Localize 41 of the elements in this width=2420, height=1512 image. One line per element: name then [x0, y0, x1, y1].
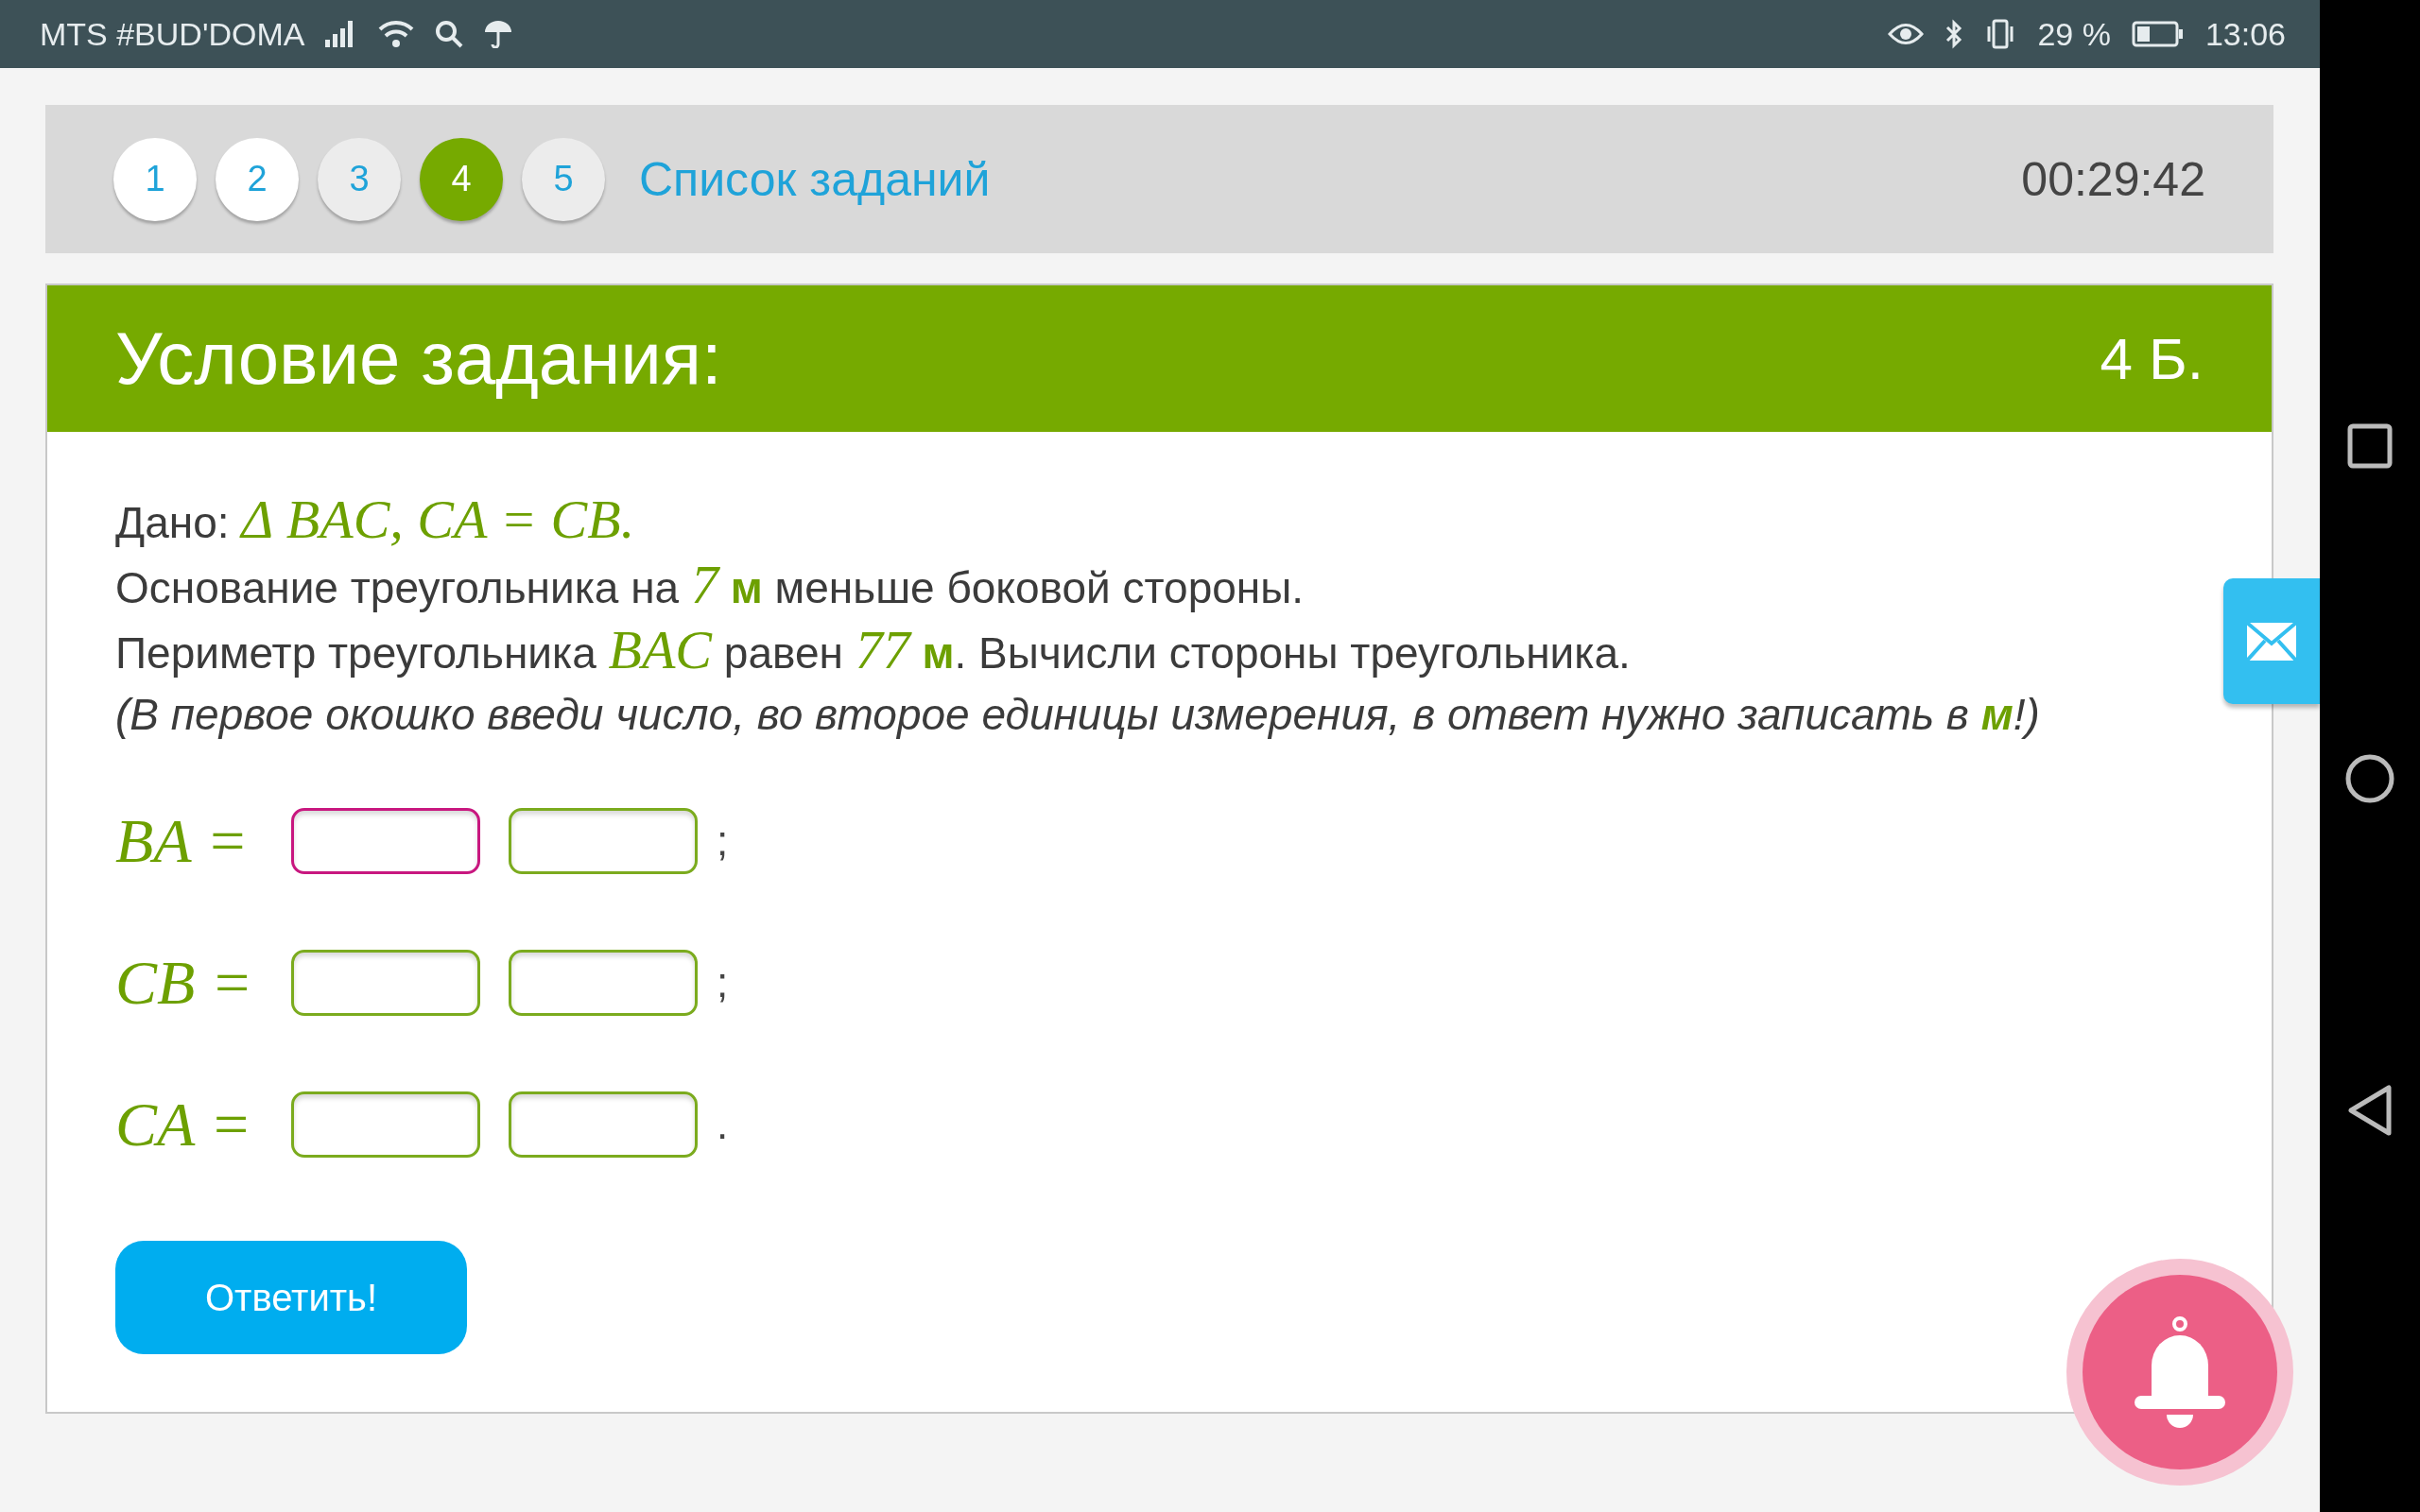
page-number-button[interactable]: 5 [522, 137, 605, 221]
points-label: 4 Б. [2100, 325, 2204, 392]
page-number-button[interactable]: 1 [113, 137, 197, 221]
wifi-icon [378, 20, 415, 48]
equation-label: BA = [115, 805, 250, 877]
answer-field[interactable] [509, 808, 698, 874]
equation-label: CB = [115, 947, 254, 1019]
recent-apps-button[interactable] [2347, 423, 2393, 469]
bluetooth-icon [1945, 19, 1964, 49]
page-number-button[interactable]: 4 [420, 137, 503, 221]
answer-field[interactable] [291, 808, 480, 874]
page-number-button[interactable]: 3 [318, 137, 401, 221]
battery-percent: 29 % [2037, 15, 2111, 53]
page-number-button[interactable]: 2 [216, 137, 299, 221]
carrier-name: MTS #BUD'DOMA [40, 15, 305, 53]
eye-icon [1888, 22, 1925, 46]
statement-line: Дано: Δ BAC, CA = CB. [115, 489, 636, 552]
statement-line: (В первое окошко введи число, во второе единицы измерения, в ответ нужно записать в м!) [115, 689, 2041, 741]
clock: 13:06 [2204, 15, 2286, 53]
answer-field[interactable] [509, 950, 698, 1016]
battery-icon [2131, 21, 2185, 47]
umbrella-icon [484, 20, 513, 48]
statement-line: Периметр треугольника BAC равен 77 м. Вычисли стороны треугольника. [115, 619, 1632, 682]
home-button[interactable] [2345, 754, 2394, 803]
answer-field[interactable] [291, 950, 480, 1016]
task-heading: Условие задания: [115, 316, 722, 402]
statement-line: Основание треугольника на 7 м меньше боковой стороны. [115, 554, 1305, 617]
task-list-link[interactable]: Список заданий [639, 151, 991, 207]
answer-field[interactable] [509, 1091, 698, 1158]
equation-label: CA = [115, 1089, 253, 1160]
punctuation: . [717, 1101, 729, 1148]
punctuation: ; [717, 959, 729, 1006]
search-icon [435, 20, 464, 48]
envelope-icon [2247, 622, 2296, 661]
back-button[interactable] [2347, 1085, 2393, 1136]
punctuation: ; [717, 817, 729, 865]
answer-field[interactable] [291, 1091, 480, 1158]
message-button[interactable] [2223, 578, 2320, 704]
submit-button[interactable]: Ответить! [115, 1241, 467, 1354]
timer: 00:29:42 [2021, 151, 2205, 207]
bell-icon [2133, 1316, 2227, 1428]
